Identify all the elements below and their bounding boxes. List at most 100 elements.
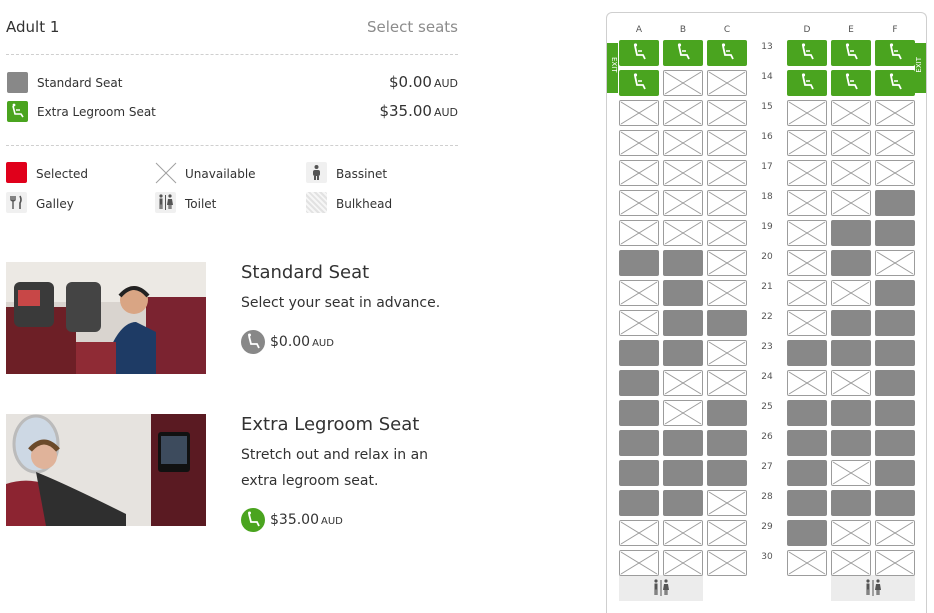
- seat-28F[interactable]: [875, 490, 915, 516]
- seat-22C[interactable]: [707, 310, 747, 336]
- galley-icon: [6, 192, 27, 213]
- seat-29F: [875, 520, 915, 546]
- unavailable-icon: [708, 341, 746, 365]
- seat-27D[interactable]: [787, 460, 827, 486]
- passenger-name: Adult 1: [6, 18, 60, 36]
- seat-28D[interactable]: [787, 490, 827, 516]
- seat-26F[interactable]: [875, 430, 915, 456]
- seat-13F[interactable]: [875, 40, 915, 66]
- seat-15A: [619, 100, 659, 126]
- card-title: Extra Legroom Seat: [241, 414, 420, 435]
- seat-27E: [831, 460, 871, 486]
- toilet-icon: [654, 579, 669, 596]
- seat-25A[interactable]: [619, 400, 659, 426]
- seat-map: EXIT EXIT A B C D E F 13 14 15 16 17 18 19 20 21 22 23 24…: [606, 12, 927, 613]
- unavailable-icon: [620, 191, 658, 215]
- seat-14A[interactable]: [619, 70, 659, 96]
- seat-29A: [619, 520, 659, 546]
- seat-26A[interactable]: [619, 430, 659, 456]
- seat-icon: [241, 508, 265, 532]
- seat-26E[interactable]: [831, 430, 871, 456]
- seat-23E[interactable]: [831, 340, 871, 366]
- seat-28E[interactable]: [831, 490, 871, 516]
- seat-25C[interactable]: [707, 400, 747, 426]
- seat-18E: [831, 190, 871, 216]
- row-number: 25: [761, 402, 773, 412]
- seat-16E: [831, 130, 871, 156]
- bassinet-icon: [306, 162, 327, 183]
- standard-seat-card: Standard Seat Select your seat in advanc…: [6, 262, 458, 376]
- row-number: 20: [761, 252, 773, 262]
- seat-22E[interactable]: [831, 310, 871, 336]
- price-label: Extra Legroom Seat: [37, 105, 156, 119]
- seat-23D[interactable]: [787, 340, 827, 366]
- unavailable-icon: [708, 131, 746, 155]
- unavailable-icon: [832, 101, 870, 125]
- seat-18F[interactable]: [875, 190, 915, 216]
- seat-20B[interactable]: [663, 250, 703, 276]
- seat-29E: [831, 520, 871, 546]
- seat-22F[interactable]: [875, 310, 915, 336]
- seat-25D[interactable]: [787, 400, 827, 426]
- unavailable-icon: [620, 281, 658, 305]
- seat-26C[interactable]: [707, 430, 747, 456]
- seat-14D[interactable]: [787, 70, 827, 96]
- legend-label: Bassinet: [336, 167, 388, 181]
- seat-19F[interactable]: [875, 220, 915, 246]
- seat-28B[interactable]: [663, 490, 703, 516]
- seat-16D: [787, 130, 827, 156]
- seat-27A[interactable]: [619, 460, 659, 486]
- seat-26B[interactable]: [663, 430, 703, 456]
- seat-29B: [663, 520, 703, 546]
- legroom-seat-icon: [633, 43, 646, 60]
- seat-23B[interactable]: [663, 340, 703, 366]
- seat-26D[interactable]: [787, 430, 827, 456]
- seat-24F[interactable]: [875, 370, 915, 396]
- unavailable-icon: [708, 221, 746, 245]
- legend-unavailable: Unavailable: [155, 162, 305, 186]
- seat-21C: [707, 280, 747, 306]
- row-number: 29: [761, 522, 773, 532]
- unavailable-icon: [832, 461, 870, 485]
- seat-30B: [663, 550, 703, 576]
- seat-23A[interactable]: [619, 340, 659, 366]
- unavailable-icon: [620, 101, 658, 125]
- seat-29D[interactable]: [787, 520, 827, 546]
- unavailable-icon: [832, 161, 870, 185]
- row-number: 16: [761, 132, 773, 142]
- seat-24A[interactable]: [619, 370, 659, 396]
- seat-16F: [875, 130, 915, 156]
- divider: [6, 145, 458, 146]
- legroom-seat-icon: [677, 43, 690, 60]
- seat-13C[interactable]: [707, 40, 747, 66]
- seat-23F[interactable]: [875, 340, 915, 366]
- seat-14C: [707, 70, 747, 96]
- seat-14E[interactable]: [831, 70, 871, 96]
- seat-27F[interactable]: [875, 460, 915, 486]
- seat-21B[interactable]: [663, 280, 703, 306]
- seat-27B[interactable]: [663, 460, 703, 486]
- row-number: 21: [761, 282, 773, 292]
- unavailable-icon: [708, 101, 746, 125]
- seat-14F[interactable]: [875, 70, 915, 96]
- seat-25E[interactable]: [831, 400, 871, 426]
- legend-label: Selected: [36, 167, 89, 181]
- seat-19E[interactable]: [831, 220, 871, 246]
- seat-13D[interactable]: [787, 40, 827, 66]
- seat-20E[interactable]: [831, 250, 871, 276]
- seat-25F[interactable]: [875, 400, 915, 426]
- seat-21F[interactable]: [875, 280, 915, 306]
- seat-13B[interactable]: [663, 40, 703, 66]
- unavailable-icon: [876, 131, 914, 155]
- unavailable-icon: [876, 551, 914, 575]
- legroom-seat-icon: [845, 73, 858, 90]
- seat-22B[interactable]: [663, 310, 703, 336]
- unavailable-icon: [832, 191, 870, 215]
- seat-14B: [663, 70, 703, 96]
- passenger-header: Adult 1 Select seats: [6, 18, 458, 38]
- seat-20A[interactable]: [619, 250, 659, 276]
- seat-13A[interactable]: [619, 40, 659, 66]
- seat-13E[interactable]: [831, 40, 871, 66]
- seat-27C[interactable]: [707, 460, 747, 486]
- seat-28A[interactable]: [619, 490, 659, 516]
